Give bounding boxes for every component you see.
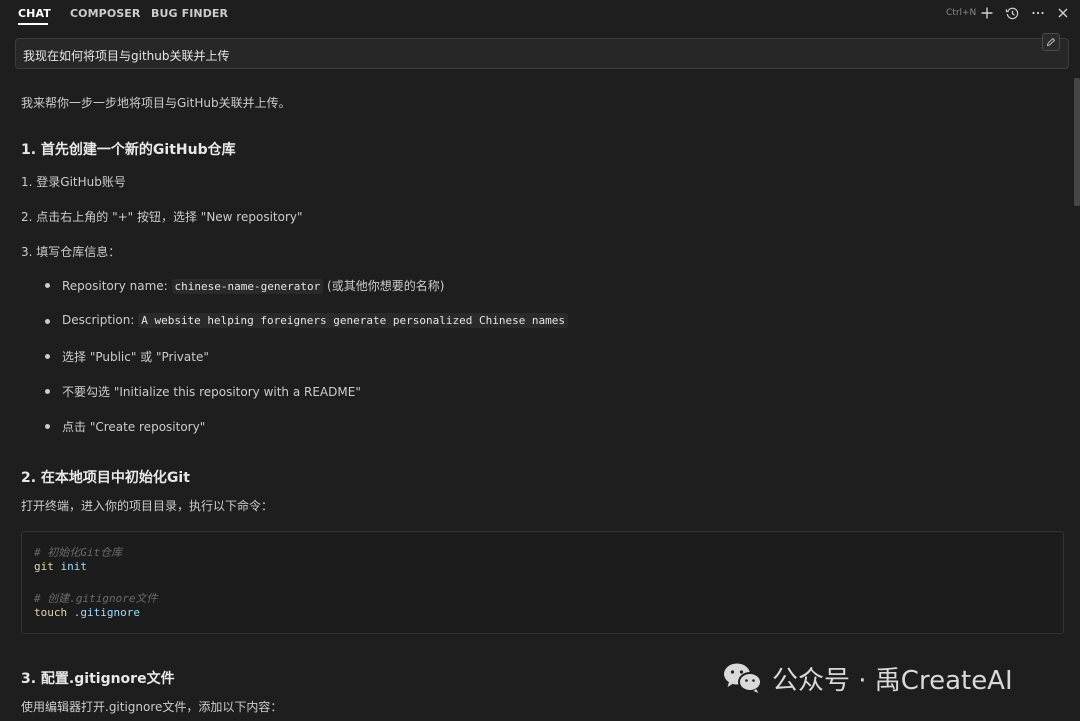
close-icon[interactable] bbox=[1054, 4, 1072, 22]
section-heading-3: 3. 配置.gitignore文件 bbox=[21, 671, 175, 687]
list-item-label: Repository name: bbox=[62, 279, 172, 293]
code-comment: # 初始化Git仓库 bbox=[34, 546, 123, 559]
watermark: 公众号 · 禹CreateAI bbox=[722, 660, 1013, 696]
list-item: Repository name: chinese-name-generator … bbox=[62, 277, 444, 294]
inline-code: A website helping foreigners generate pe… bbox=[138, 313, 569, 328]
list-item: Description: A website helping foreigner… bbox=[62, 313, 569, 328]
list-item-suffix: (或其他你想要的名称) bbox=[323, 279, 445, 293]
step-2: 2. 点击右上角的 "+" 按钮，选择 "New repository" bbox=[21, 210, 303, 224]
code-command: git bbox=[34, 560, 54, 573]
list-item: 不要勾选 "Initialize this repository with a … bbox=[62, 385, 361, 399]
list-item: 点击 "Create repository" bbox=[62, 420, 206, 434]
tab-bar: CHAT COMPOSER BUG FINDER Ctrl+N bbox=[0, 0, 1080, 28]
active-tab-indicator bbox=[18, 23, 48, 25]
tab-bug-finder[interactable]: BUG FINDER bbox=[151, 7, 228, 20]
step-1: 1. 登录GitHub账号 bbox=[21, 175, 126, 189]
code-command: touch bbox=[34, 606, 68, 619]
section-3-text: 使用编辑器打开.gitignore文件，添加以下内容： bbox=[21, 700, 283, 714]
bullet-dot bbox=[45, 424, 50, 429]
code-line: git init bbox=[34, 560, 87, 573]
tab-chat[interactable]: CHAT bbox=[18, 7, 51, 20]
list-item-label: Description: bbox=[62, 313, 139, 327]
list-item: 选择 "Public" 或 "Private" bbox=[62, 350, 209, 364]
user-question-box[interactable]: 我现在如何将项目与github关联并上传 bbox=[15, 33, 1069, 69]
code-comment: # 创建.gitignore文件 bbox=[34, 592, 158, 605]
bullet-dot bbox=[45, 389, 50, 394]
section-2-text: 打开终端，进入你的项目目录，执行以下命令： bbox=[21, 499, 274, 513]
step-3: 3. 填写仓库信息： bbox=[21, 245, 121, 259]
watermark-text: 公众号 · 禹CreateAI bbox=[772, 665, 1013, 696]
code-argument: init bbox=[53, 560, 87, 573]
pencil-icon[interactable] bbox=[1042, 33, 1060, 51]
code-argument: .gitignore bbox=[67, 606, 140, 619]
response-intro: 我来帮你一步一步地将项目与GitHub关联并上传。 bbox=[21, 96, 291, 110]
plus-icon[interactable] bbox=[978, 4, 996, 22]
wechat-icon bbox=[724, 663, 762, 693]
inline-code: chinese-name-generator bbox=[171, 279, 324, 294]
code-line: touch .gitignore bbox=[34, 606, 140, 619]
chat-panel: CHAT COMPOSER BUG FINDER Ctrl+N 我现在如何将项目… bbox=[0, 0, 1080, 721]
history-icon[interactable] bbox=[1003, 4, 1021, 22]
ellipsis-icon[interactable] bbox=[1029, 4, 1047, 22]
bullet-dot bbox=[45, 319, 50, 324]
bullet-dot bbox=[45, 354, 50, 359]
section-heading-1: 1. 首先创建一个新的GitHub仓库 bbox=[21, 142, 236, 158]
code-block[interactable]: # 初始化Git仓库 git init # 创建.gitignore文件 tou… bbox=[21, 531, 1064, 634]
section-heading-2: 2. 在本地项目中初始化Git bbox=[21, 470, 190, 486]
new-chat-shortcut-hint: Ctrl+N bbox=[946, 8, 977, 18]
bullet-dot bbox=[45, 283, 50, 288]
tab-composer[interactable]: COMPOSER bbox=[70, 7, 141, 20]
scrollbar-thumb[interactable] bbox=[1074, 78, 1080, 206]
user-question-text: 我现在如何将项目与github关联并上传 bbox=[23, 49, 230, 63]
